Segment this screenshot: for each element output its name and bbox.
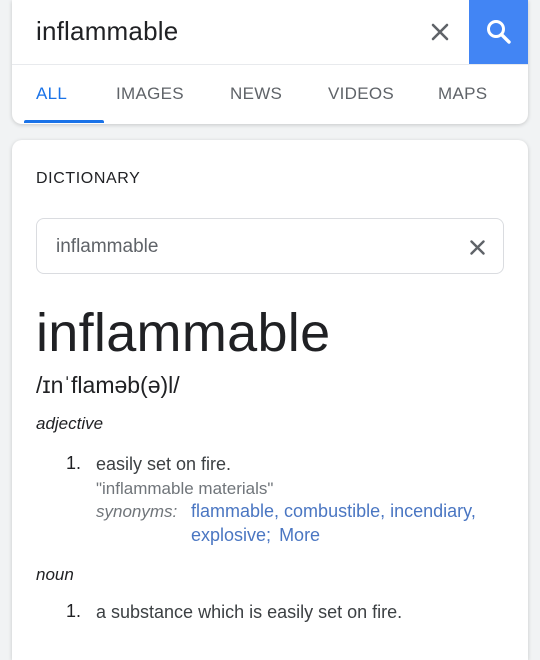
sense-number: 1. <box>66 453 82 473</box>
clear-search-button[interactable] <box>418 12 462 52</box>
more-synonyms-link[interactable]: More <box>279 525 320 545</box>
synonym-link[interactable]: explosive <box>191 525 266 545</box>
tab-videos[interactable]: VIDEOS <box>328 84 394 104</box>
dictionary-search-field[interactable]: inflammable <box>36 218 504 274</box>
tab-all[interactable]: ALL <box>36 84 67 104</box>
search-icon <box>486 20 511 44</box>
close-icon <box>431 23 449 41</box>
search-card: inflammable ALL IMAGES NEWS VIDEOS MAPS <box>12 0 528 124</box>
close-icon <box>469 239 485 255</box>
synonym-link[interactable]: flammable <box>191 501 274 521</box>
phonetic: /ɪnˈflaməb(ə)l/ <box>36 372 180 398</box>
sense-definition: a substance which is easily set on fire. <box>96 602 403 622</box>
synonyms-line-2: explosive; More <box>191 525 321 545</box>
active-tab-indicator <box>24 120 104 123</box>
tab-news[interactable]: NEWS <box>230 84 282 104</box>
tab-maps[interactable]: MAPS <box>438 84 487 104</box>
part-of-speech-noun: noun <box>36 565 74 584</box>
sense-definition: easily set on fire. <box>96 454 232 474</box>
dictionary-heading: DICTIONARY <box>36 170 141 187</box>
synonym-link[interactable]: incendiary <box>390 501 471 521</box>
synonyms-line-1: flammable, combustible, incendiary, <box>191 501 476 521</box>
dictionary-input-value[interactable]: inflammable <box>56 236 158 258</box>
dictionary-card: DICTIONARY inflammable inflammable /ɪnˈf… <box>12 140 528 660</box>
search-button[interactable] <box>469 0 528 64</box>
search-input[interactable]: inflammable <box>36 16 178 47</box>
part-of-speech-adjective: adjective <box>36 414 104 433</box>
search-tabs: ALL IMAGES NEWS VIDEOS MAPS <box>12 65 528 124</box>
usage-example: "inflammable materials" <box>96 479 274 498</box>
dictionary-clear-button[interactable] <box>459 229 495 265</box>
search-bar: inflammable <box>12 0 528 64</box>
synonym-link[interactable]: combustible <box>284 501 380 521</box>
tab-images[interactable]: IMAGES <box>116 84 184 104</box>
synonyms-label: synonyms: <box>96 502 178 521</box>
sense-number: 1. <box>66 601 82 621</box>
headword: inflammable <box>36 303 331 363</box>
